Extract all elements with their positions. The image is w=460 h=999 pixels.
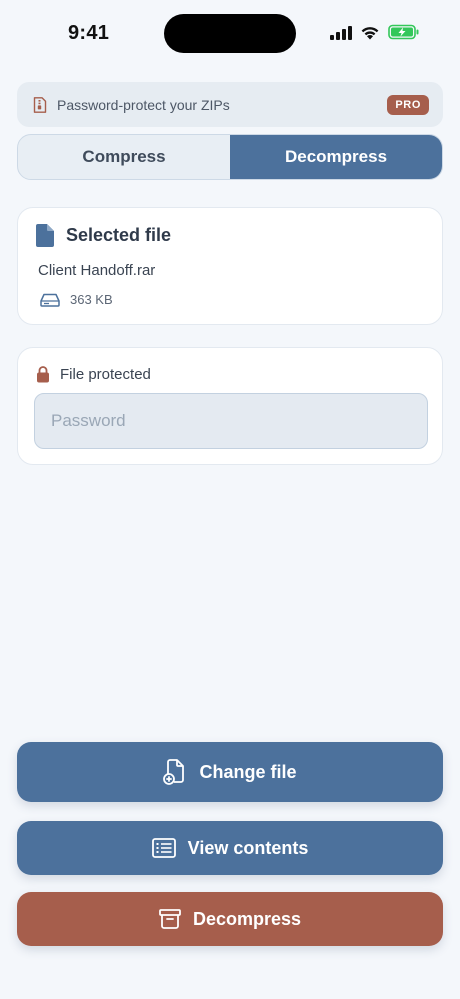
protection-status: File protected <box>36 365 151 383</box>
drive-icon <box>40 293 60 307</box>
selected-file-header: Selected file <box>36 224 171 247</box>
tab-compress[interactable]: Compress <box>18 135 230 179</box>
change-file-label: Change file <box>199 761 297 782</box>
password-card: File protected <box>17 347 443 465</box>
decompress-button[interactable]: Decompress <box>17 892 443 946</box>
zip-file-icon <box>33 96 47 113</box>
change-file-button[interactable]: Change file <box>17 742 443 802</box>
add-document-icon <box>163 759 185 785</box>
lock-icon <box>37 366 49 383</box>
file-name: Client Handoff.rar <box>38 262 156 279</box>
view-contents-label: View contents <box>187 837 309 858</box>
wifi-icon <box>361 26 379 39</box>
pro-badge: PRO <box>387 94 429 115</box>
view-contents-button[interactable]: View contents <box>17 821 443 875</box>
tab-decompress[interactable]: Decompress <box>230 135 442 179</box>
pro-upsell-banner[interactable]: Password-protect your ZIPs PRO <box>17 82 443 127</box>
archive-box-icon <box>159 909 181 929</box>
status-icons <box>330 24 420 40</box>
file-size-row: 363 KB <box>40 292 113 307</box>
decompress-label: Decompress <box>192 908 302 929</box>
dynamic-island <box>164 14 296 53</box>
status-time: 9:41 <box>68 22 110 44</box>
password-input[interactable] <box>34 393 428 449</box>
selected-file-title: Selected file <box>66 225 172 245</box>
cellular-signal-icon <box>330 25 352 40</box>
file-size: 363 KB <box>70 292 113 307</box>
battery-charging-icon <box>388 24 419 40</box>
protection-label: File protected <box>60 365 151 383</box>
mode-segmented-control: Compress Decompress <box>17 134 443 180</box>
selected-file-card: Selected file Client Handoff.rar 363 KB <box>17 207 443 325</box>
status-bar: 9:41 <box>0 0 460 70</box>
document-icon <box>36 224 54 247</box>
banner-text: Password-protect your ZIPs <box>57 96 230 113</box>
list-icon <box>151 838 176 858</box>
